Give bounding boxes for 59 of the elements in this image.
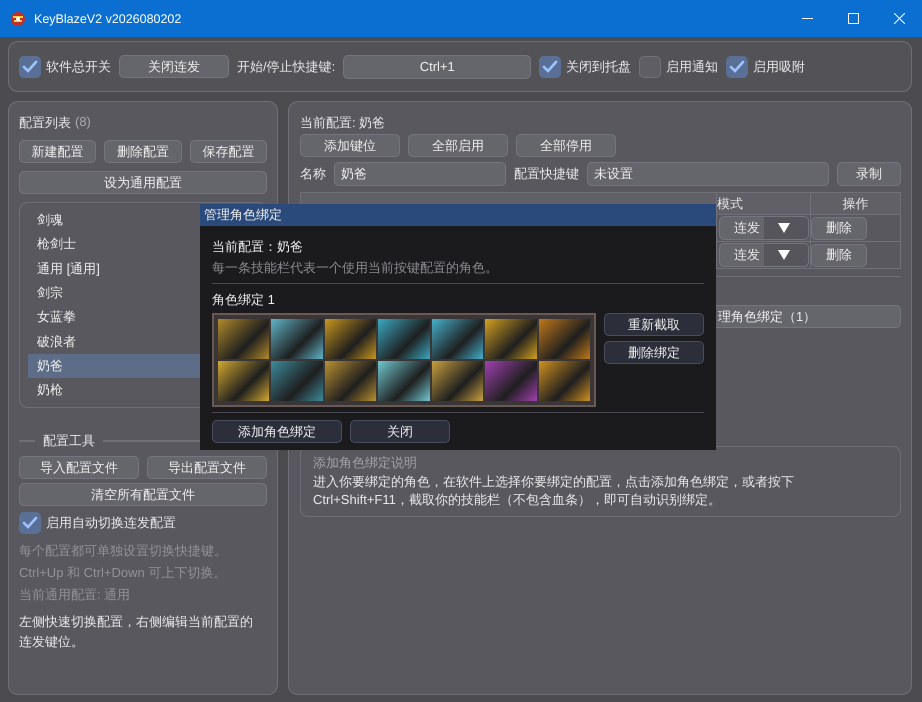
note-text: 左侧快速切换配置，右侧编辑当前配置的连发键位。 bbox=[19, 613, 254, 651]
count-label: (8) bbox=[75, 114, 91, 131]
set-default-button[interactable]: 设为通用配置 bbox=[19, 171, 267, 194]
file-button[interactable]: 导入配置文件 bbox=[19, 456, 139, 479]
hotkey-field[interactable]: 未设置 bbox=[587, 162, 829, 186]
checkbox-label: 启用自动切换连发配置 bbox=[46, 514, 176, 532]
key-action-button[interactable]: 添加键位 bbox=[300, 134, 400, 157]
caret-icon bbox=[777, 222, 791, 234]
description-text: 每一条技能栏代表一个使用当前按键配置的角色。 bbox=[212, 259, 499, 277]
hotkey-label: 开始/停止快捷键: bbox=[237, 58, 336, 76]
help-text: 进入你要绑定的角色，在软件上选择你要绑定的配置，点击添加角色绑定，或者按下 Ctrl+Shift+F11，截取你的技能栏（不包含血条），即可自动识别绑定。 bbox=[313, 473, 795, 509]
checkbox[interactable] bbox=[19, 512, 41, 534]
app-logo-icon bbox=[10, 10, 26, 26]
hotkey-field[interactable]: Ctrl+1 bbox=[343, 54, 532, 78]
name-label: 名称 bbox=[300, 165, 326, 183]
add-binding-button[interactable]: 添加角色绑定 bbox=[212, 420, 342, 443]
config-button[interactable]: 删除配置 bbox=[104, 140, 182, 163]
record-button[interactable]: 录制 bbox=[837, 162, 901, 186]
hint-text: 每个配置都可单独设置切换快捷键。 bbox=[19, 542, 228, 560]
checkbox-label: 关闭到托盘 bbox=[566, 58, 632, 76]
minimize-icon bbox=[802, 18, 812, 20]
column-header: 模式 bbox=[716, 192, 810, 214]
clear-button[interactable]: 清空所有配置文件 bbox=[19, 483, 267, 506]
column-header: 操作 bbox=[810, 192, 900, 214]
hint-text: Ctrl+Up 和 Ctrl+Down 可上下切换。 bbox=[19, 564, 228, 582]
delete-button[interactable]: 删除 bbox=[811, 216, 867, 240]
window-title: KeyBlazeV2 v2026080202 bbox=[34, 12, 182, 26]
current-config-title: 当前配置: 奶爸 bbox=[300, 114, 386, 132]
mode-select[interactable]: 连发 bbox=[719, 216, 809, 240]
close-dialog-button[interactable]: 关闭 bbox=[350, 420, 450, 443]
mode-select[interactable]: 连发 bbox=[719, 243, 809, 267]
current-config-label: 当前配置：奶爸 bbox=[212, 238, 304, 256]
name-field[interactable]: 奶爸 bbox=[334, 162, 506, 186]
binding-button[interactable]: 删除绑定 bbox=[604, 341, 704, 364]
delete-button[interactable]: 删除 bbox=[811, 244, 867, 266]
hotkey-label: 配置快捷键 bbox=[514, 165, 579, 183]
caret-icon bbox=[777, 249, 791, 261]
hint-text: 当前通用配置: 通用 bbox=[19, 586, 132, 604]
toggle-button[interactable]: 关闭连发 bbox=[119, 55, 229, 78]
checkbox-label: 启用通知 bbox=[666, 58, 718, 76]
dialog-title: 管理角色绑定 bbox=[200, 204, 716, 226]
checkbox-label: 启用吸附 bbox=[753, 58, 806, 76]
checkbox-label: 软件总开关 bbox=[46, 58, 111, 76]
file-button[interactable]: 导出配置文件 bbox=[147, 456, 267, 479]
checkbox[interactable] bbox=[19, 56, 41, 78]
close-icon bbox=[894, 13, 904, 24]
checkbox[interactable] bbox=[639, 56, 662, 78]
config-button[interactable]: 保存配置 bbox=[190, 140, 267, 163]
binding-label: 角色绑定 1 bbox=[212, 291, 276, 309]
section-title: 配置列表 bbox=[19, 114, 71, 132]
binding-button[interactable]: 重新截取 bbox=[604, 313, 704, 336]
help-title: 添加角色绑定说明 bbox=[313, 454, 418, 472]
key-action-button[interactable]: 全部启用 bbox=[408, 134, 508, 157]
maximize-icon bbox=[848, 13, 858, 24]
key-action-button[interactable]: 全部停用 bbox=[516, 134, 616, 157]
checkbox[interactable] bbox=[539, 56, 562, 78]
checkbox[interactable] bbox=[726, 56, 748, 78]
config-button[interactable]: 新建配置 bbox=[19, 140, 96, 163]
section-title: 配置工具 bbox=[43, 432, 95, 450]
